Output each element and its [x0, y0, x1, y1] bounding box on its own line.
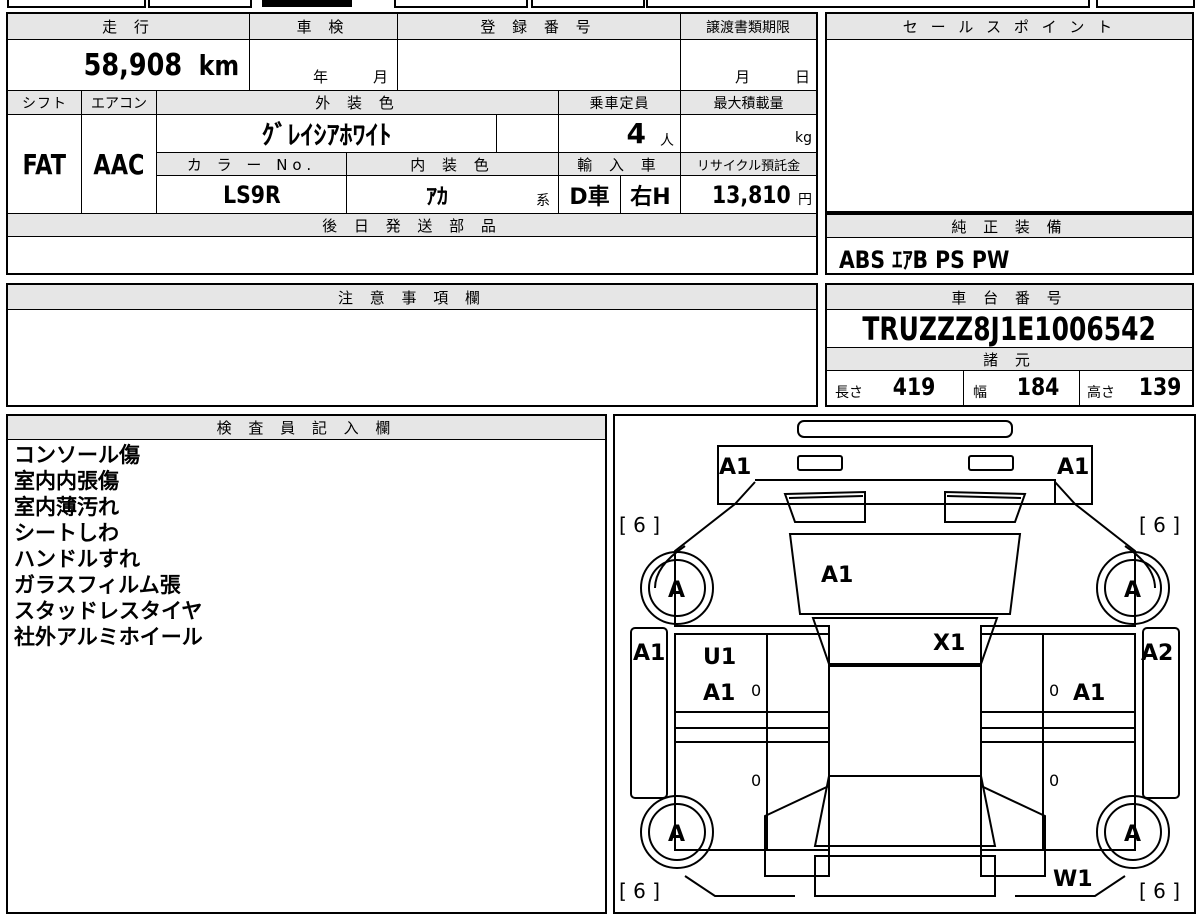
width-label: 幅	[973, 385, 987, 401]
inspector-note: 室内薄汚れ	[14, 495, 119, 519]
label-left-front-door-1: U1	[703, 645, 736, 670]
equipment-header: 純 正 装 備	[827, 215, 1192, 237]
import-value-2: 右H	[630, 184, 671, 210]
car-diagram: A1 A1 A1 X1 A1 A2 U1 A1 A1 W1 A A A A [ …	[619, 420, 1180, 903]
equipment-value: ABS ｴｱB PS PW	[839, 246, 1010, 274]
exterior-header: 外 装 色	[157, 91, 558, 114]
transfer-month-unit: 月	[735, 68, 751, 86]
front-bumper	[717, 445, 1093, 505]
inspector-note: シートしわ	[14, 521, 119, 545]
inspector-note: コンソール傷	[14, 443, 140, 467]
seating-header: 乗車定員	[559, 91, 680, 114]
recycle-value: 13,810 円	[712, 180, 812, 209]
label-front-right-bumper: A1	[1057, 455, 1089, 480]
exterior-value: ｸﾞﾚｲｼｱﾎﾜｲﾄ	[261, 121, 392, 151]
left-rear-door	[674, 741, 768, 851]
inspection-year-unit: 年	[313, 68, 329, 86]
label-rear-right: W1	[1053, 867, 1093, 892]
label-tire-fl: A	[668, 578, 685, 603]
mileage-value: 58,908 km	[84, 47, 240, 83]
shift-header: シフト	[8, 91, 81, 114]
interior-suffix: 系	[536, 193, 550, 209]
tread-front-left: [ 6 ]	[619, 513, 660, 537]
length-label: 長さ	[835, 385, 863, 401]
inspector-notes-list: コンソール傷 室内内張傷 室内薄汚れ シートしわ ハンドルすれ ガラスフィルム張…	[14, 442, 203, 650]
transfer-header: 譲渡書類期限	[680, 14, 816, 39]
label-tire-fr: A	[1124, 578, 1141, 603]
zero-right-front: 0	[1049, 681, 1059, 700]
label-front-left-bumper: A1	[719, 455, 751, 480]
equipment-panel: 純 正 装 備 ABS ｴｱB PS PW	[825, 213, 1194, 275]
vehicle-info-table: 走 行 車 検 登 録 番 号 譲渡書類期限 58,908 km 年 月 月 日…	[6, 12, 818, 275]
hood-outline	[674, 481, 1136, 667]
inspection-header: 車 検	[249, 14, 397, 39]
specs-header: 諸 元	[827, 348, 1192, 370]
tread-rear-left: [ 6 ]	[619, 879, 660, 903]
length-value: 419	[892, 373, 936, 401]
mileage-header: 走 行	[8, 14, 249, 39]
top-cut-strip	[0, 0, 1200, 8]
label-windshield: X1	[933, 631, 965, 656]
transfer-day-unit: 日	[795, 68, 811, 86]
inspector-note: スタッドレスタイヤ	[14, 599, 203, 623]
color-no-value: LS9R	[222, 180, 281, 209]
zero-left-front: 0	[751, 681, 761, 700]
inspection-month-unit: 月	[373, 68, 389, 86]
label-right-front-door: A1	[1073, 681, 1105, 706]
maxload-value: kg	[795, 130, 812, 146]
maxload-header: 最大積載量	[681, 91, 816, 114]
car-diagram-panel: A1 A1 A1 X1 A1 A2 U1 A1 A1 W1 A A A A [ …	[613, 414, 1196, 914]
label-tire-rl: A	[668, 822, 685, 847]
right-rear-door	[1042, 741, 1136, 851]
label-right-fender: A2	[1141, 641, 1173, 666]
later-parts-content	[8, 237, 816, 273]
height-label: 高さ	[1087, 385, 1115, 401]
height-value: 139	[1138, 373, 1182, 401]
sales-point-panel: セ ー ル ス ポ イ ン ト	[825, 12, 1194, 213]
seating-value: 4 人	[626, 117, 674, 150]
zero-left-rear: 0	[751, 771, 761, 790]
zero-right-rear: 0	[1049, 771, 1059, 790]
inspector-note: ガラスフィルム張	[14, 573, 181, 597]
tread-rear-right: [ 6 ]	[1139, 879, 1180, 903]
color-no-header: カ ラ ー No.	[157, 153, 346, 175]
import-value-1: D車	[569, 184, 610, 210]
inspector-header: 検 査 員 記 入 欄	[8, 416, 605, 439]
roof	[828, 665, 982, 777]
later-parts-header: 後 日 発 送 部 品	[8, 214, 816, 236]
ac-header: エアコン	[82, 91, 156, 114]
label-left-front-door-2: A1	[703, 681, 735, 706]
front-spoiler	[797, 420, 1013, 438]
inspector-note: 室内内張傷	[14, 469, 119, 493]
registration-header: 登 録 番 号	[397, 14, 680, 39]
shift-value: FAT	[22, 147, 67, 181]
inspector-panel: 検 査 員 記 入 欄 コンソール傷 室内内張傷 室内薄汚れ シートしわ ハンド…	[6, 414, 607, 914]
notes-panel: 注 意 事 項 欄	[6, 283, 818, 407]
chassis-panel: 車 台 番 号 TRUZZZ8J1E1006542 諸 元 長さ 419 幅 1…	[825, 283, 1194, 407]
sales-point-header: セ ー ル ス ポ イ ン ト	[827, 14, 1192, 39]
interior-value: ｱｶ	[425, 184, 448, 210]
notes-header: 注 意 事 項 欄	[8, 285, 816, 309]
width-value: 184	[1016, 373, 1060, 401]
tread-front-right: [ 6 ]	[1139, 513, 1180, 537]
label-tire-rr: A	[1124, 822, 1141, 847]
inspector-note: ハンドルすれ	[14, 547, 140, 571]
chassis-value: TRUZZZ8J1E1006542	[862, 310, 1157, 348]
rear-window	[813, 775, 997, 847]
label-left-fender: A1	[633, 641, 665, 666]
inspector-note: 社外アルミホイール	[14, 625, 203, 649]
windshield	[811, 617, 999, 665]
recycle-header: リサイクル預託金	[681, 153, 816, 175]
import-header: 輸 入 車	[559, 153, 680, 175]
chassis-header: 車 台 番 号	[827, 285, 1192, 309]
ac-value: AAC	[93, 147, 145, 181]
label-hood: A1	[821, 563, 853, 588]
interior-header: 内 装 色	[347, 153, 558, 175]
